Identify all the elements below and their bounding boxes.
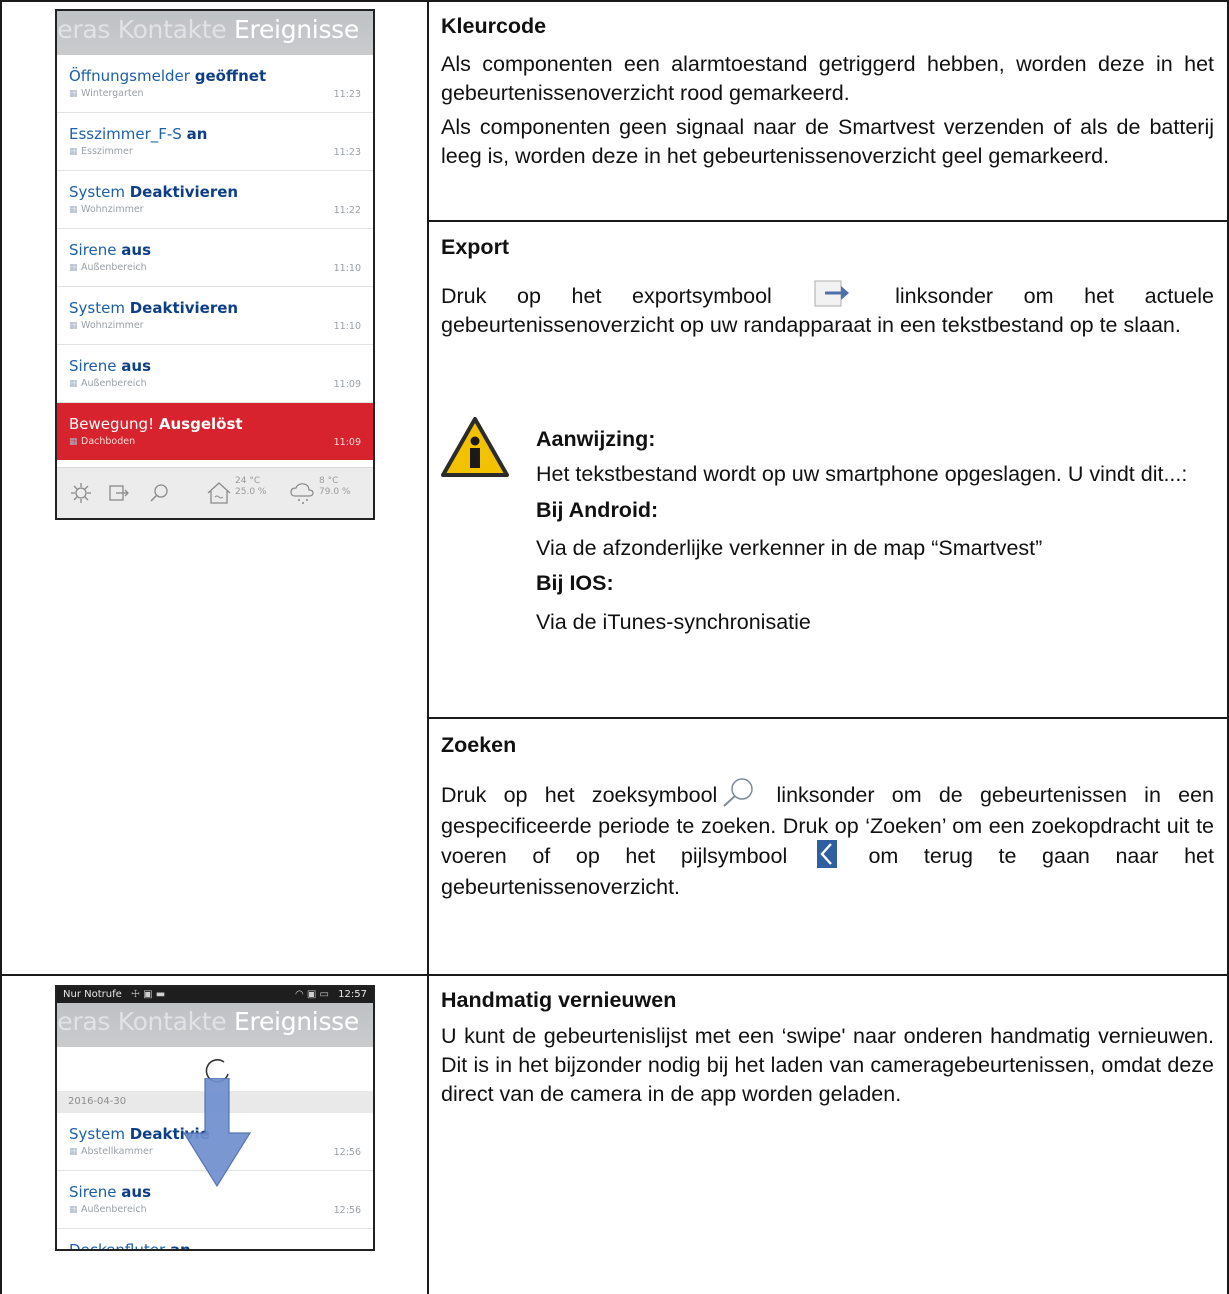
export-paragraph: Druk op het exportsymbool linksonder om … [441, 280, 1214, 340]
event-row[interactable]: Sirene aus ▦ Außenbereich 11:10 [57, 229, 373, 287]
cloud-rain-icon [290, 483, 314, 504]
event-row[interactable]: Sirene aus ▦ Außenbereich 11:09 [57, 345, 373, 403]
event-title: Esszimmer_F-S an [69, 125, 208, 143]
kleurcode-heading: Kleurcode [441, 14, 547, 38]
android-text: Via de afzonderlijke verkenner in de map… [536, 536, 1043, 560]
event-time: 12:56 [333, 1205, 361, 1216]
event-title: Deckenfluter an [69, 1241, 191, 1251]
event-room: ▦ Wohnzimmer [69, 320, 144, 331]
export-icon [814, 280, 850, 307]
app-footer: 24 °C 25.0 % 8 °C 79.0 % [57, 467, 373, 518]
event-time: 11:09 [333, 379, 361, 390]
event-room: ▦ Esszimmer [69, 146, 133, 157]
row-divider-main [0, 974, 1229, 976]
event-room: ▦ Außenbereich [69, 378, 147, 389]
room-icon: ▦ [69, 379, 78, 389]
note-box: Aanwijzing: Het tekstbestand wordt op uw… [536, 425, 1214, 637]
event-time: 12:56 [333, 1147, 361, 1158]
event-row[interactable]: System Deaktivieren ▦ Wohnzimmer 11:22 [57, 171, 373, 229]
swipe-down-arrow-icon [182, 1078, 252, 1188]
event-time: 11:22 [333, 205, 361, 216]
event-row[interactable]: Öffnungsmelder geöffnet ▦ Wintergarten 11:2… [57, 55, 373, 113]
phone-screenshot-refresh: Nur Notrufe ☩ ▣ ▬ ◠ ▣ ▭ 12:57 eras Konta… [55, 985, 375, 1251]
search-icon [723, 778, 754, 808]
status-bar: Nur Notrufe ☩ ▣ ▬ ◠ ▣ ▭ 12:57 [57, 987, 373, 1003]
zoeken-heading: Zoeken [441, 733, 517, 757]
event-title: Bewegung! Ausgelöst [69, 415, 243, 433]
room-icon: ▦ [69, 1205, 78, 1215]
event-room: ▦ Wintergarten [69, 88, 144, 99]
ios-text: Via de iTunes-synchronisatie [536, 610, 811, 634]
zoeken-paragraph: Druk op het zoeksymbool linksonder om de… [441, 778, 1214, 902]
event-room: ▦ Außenbereich [69, 1204, 147, 1215]
tabs-inactive[interactable]: eras Kontakte [57, 15, 226, 44]
room-icon: ▦ [69, 147, 78, 157]
room-icon: ▦ [69, 437, 78, 447]
tab-events[interactable]: Ereignisse [234, 1007, 359, 1036]
section-handmatig-vernieuwen: Handmatig vernieuwen U kunt de gebeurten… [441, 986, 1214, 1109]
room-icon: ▦ [69, 89, 78, 99]
house-climate-icon [207, 482, 231, 504]
room-icon: ▦ [69, 205, 78, 215]
tabs-inactive[interactable]: eras Kontakte [57, 1007, 226, 1036]
section-kleurcode: Kleurcode Als componenten een alarmtoest… [441, 12, 1214, 171]
warning-icon [441, 417, 509, 477]
event-time: 11:23 [333, 89, 361, 100]
event-row[interactable]: Deckenfluter an [57, 1229, 373, 1251]
search-icon[interactable] [147, 481, 171, 505]
note-text: Het tekstbestand wordt op uw smartphone … [536, 462, 1188, 486]
row-divider-export [427, 717, 1229, 719]
event-row-alarm[interactable]: Bewegung! Ausgelöst ▦ Dachboden 11:09 [57, 403, 373, 460]
export-icon[interactable] [107, 481, 131, 505]
event-title: System Deaktivieren [69, 183, 239, 201]
event-title: Sirene aus [69, 357, 152, 375]
gear-icon[interactable] [69, 481, 93, 505]
event-room: ▦ Abstellkammer [69, 1146, 153, 1157]
status-left: Nur Notrufe [63, 989, 122, 1000]
table-border-left [0, 0, 2, 1294]
table-border-top [0, 0, 1229, 2]
kleurcode-paragraph-yellow: Als componenten geen signaal naar de Sma… [441, 115, 1214, 168]
status-icons-left: ☩ ▣ ▬ [131, 989, 166, 1000]
status-time: 12:57 [338, 989, 367, 1000]
app-header: eras Kontakte Ereignisse [57, 1003, 373, 1047]
row-divider-kleurcode [427, 220, 1229, 222]
status-icons-right: ◠ ▣ ▭ [295, 989, 329, 1000]
outdoor-weather: 8 °C 79.0 % [319, 476, 351, 497]
kleurcode-paragraph-red: Als componenten een alarmtoestand getrig… [441, 52, 1214, 105]
event-time: 11:10 [333, 321, 361, 332]
note-heading: Aanwijzing: [536, 427, 656, 451]
event-time: 11:10 [333, 263, 361, 274]
room-icon: ▦ [69, 1147, 78, 1157]
vernieuwen-paragraph: U kunt de gebeurtenislijst met een ‘swip… [441, 1024, 1214, 1106]
event-title: Sirene aus [69, 241, 152, 259]
phone-screenshot-events: eras Kontakte Ereignisse Öffnungsmelder … [55, 9, 375, 520]
app-header: eras Kontakte Ereignisse [57, 11, 373, 55]
event-room: ▦ Außenbereich [69, 262, 147, 273]
section-zoeken: Zoeken Druk op het zoeksymbool linksonde… [441, 731, 1214, 902]
export-heading: Export [441, 235, 510, 259]
event-title: System Deaktivieren [69, 299, 239, 317]
event-time: 11:09 [333, 437, 361, 448]
android-heading: Bij Android: [536, 498, 659, 522]
indoor-weather: 24 °C 25.0 % [235, 476, 267, 497]
event-room: ▦ Dachboden [69, 436, 136, 447]
tab-events[interactable]: Ereignisse [234, 15, 359, 44]
event-title: Öffnungsmelder geöffnet [69, 67, 267, 85]
back-arrow-icon [816, 840, 837, 869]
section-export: Export Druk op het exportsymbool linkson… [441, 233, 1214, 340]
event-time: 11:23 [333, 147, 361, 158]
event-row[interactable]: System Deaktivieren ▦ Wohnzimmer 11:10 [57, 287, 373, 345]
event-row[interactable]: Esszimmer_F-S an ▦ Esszimmer 11:23 [57, 113, 373, 171]
room-icon: ▦ [69, 263, 78, 273]
event-title: Sirene aus [69, 1183, 152, 1201]
room-icon: ▦ [69, 321, 78, 331]
table-column-divider [427, 0, 429, 1294]
ios-heading: Bij IOS: [536, 571, 614, 595]
event-room: ▦ Wohnzimmer [69, 204, 144, 215]
vernieuwen-heading: Handmatig vernieuwen [441, 988, 677, 1012]
